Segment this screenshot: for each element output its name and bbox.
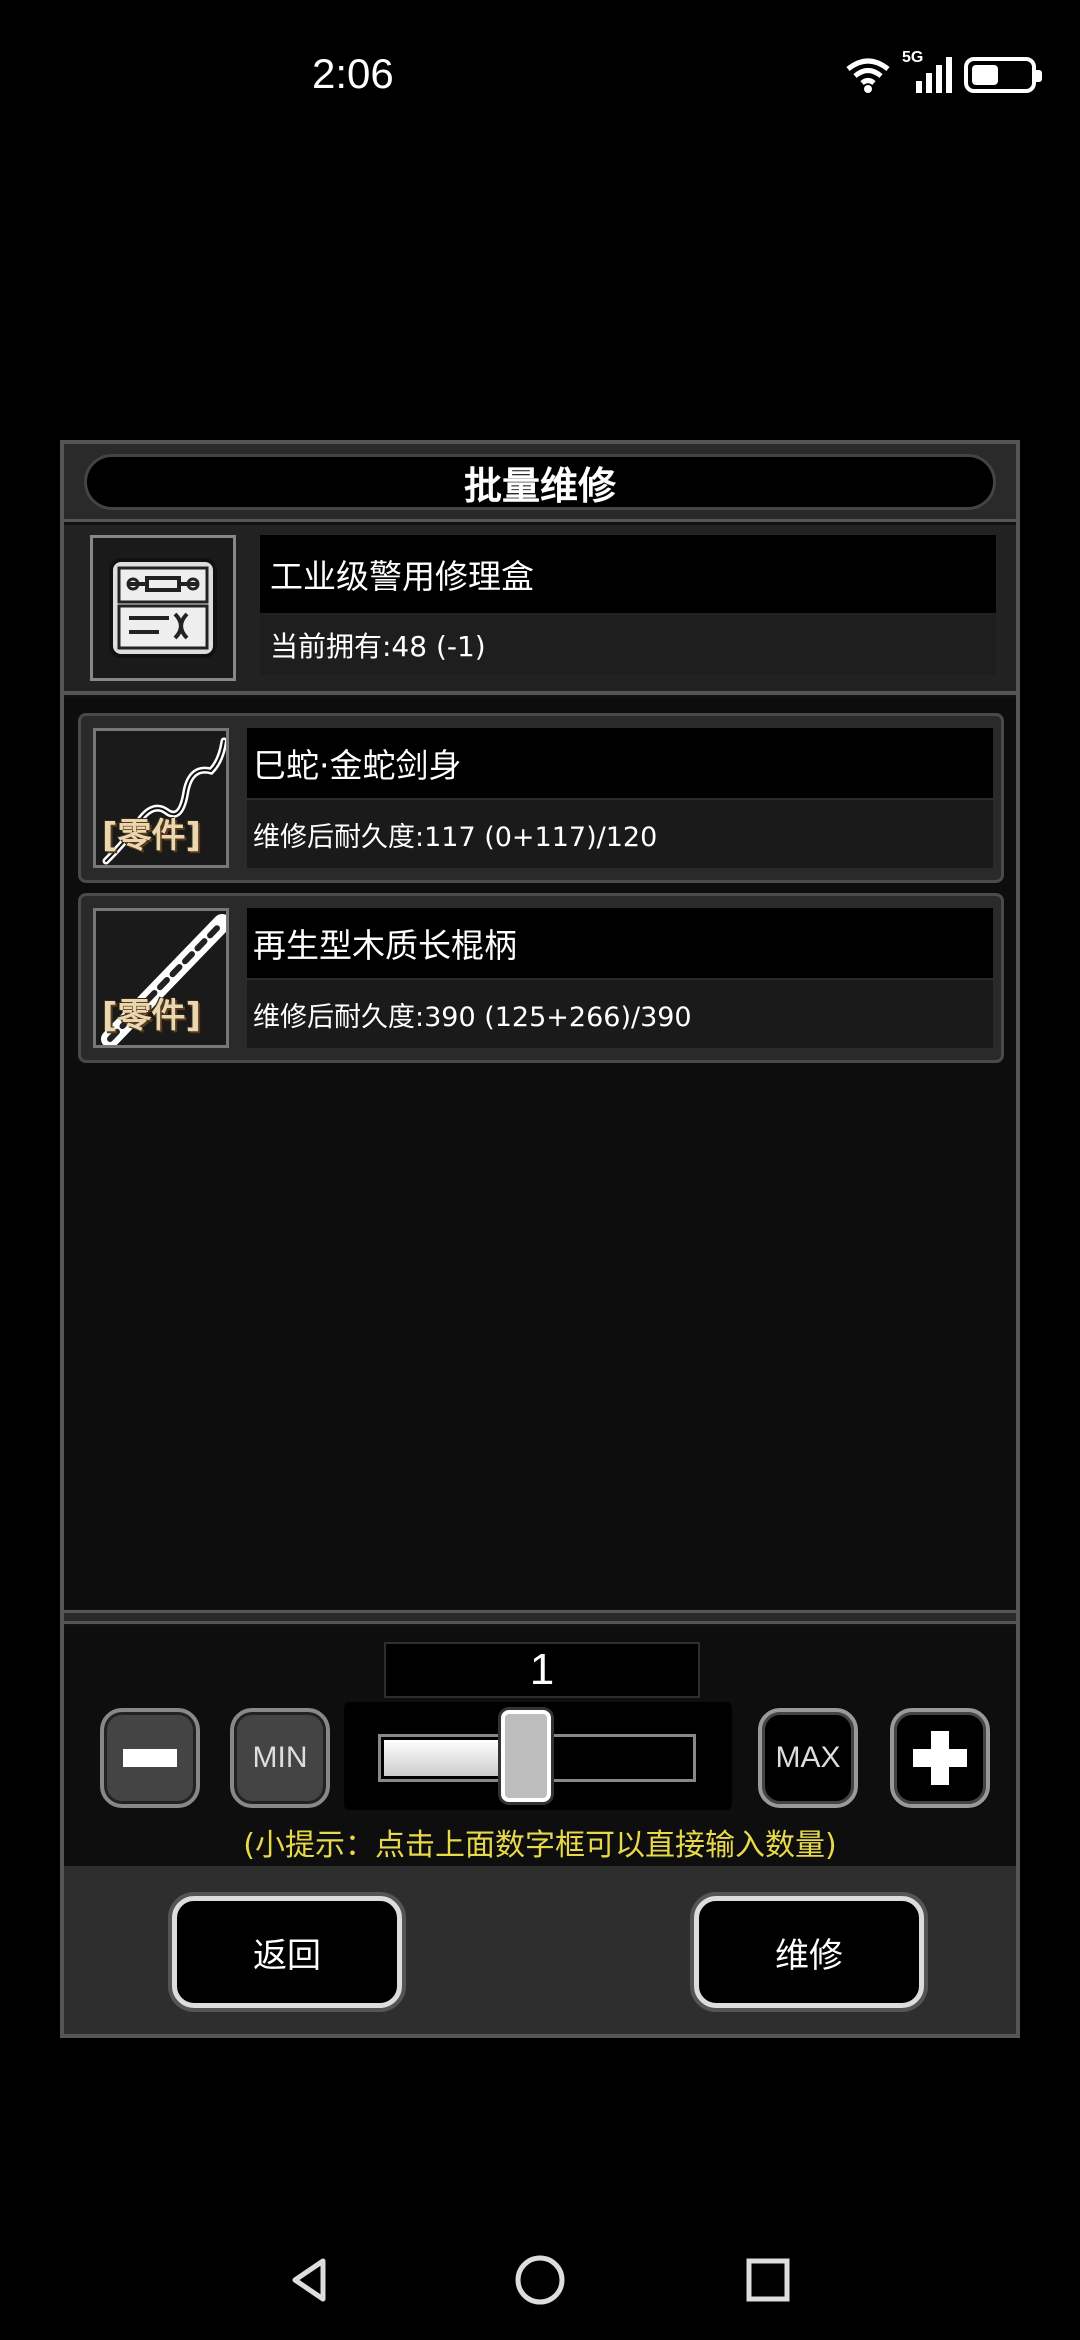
- repair-button[interactable]: 维修: [694, 1896, 924, 2008]
- status-icons: 5G: [844, 49, 1042, 98]
- part-tag: [零件]: [102, 816, 202, 856]
- dialog-header: 批量维修: [64, 444, 1016, 522]
- back-label: 返回: [253, 1935, 321, 1976]
- repair-item-card[interactable]: [零件] 再生型木质长棍柄 维修后耐久度:390 (125+266)/390: [78, 893, 1004, 1063]
- back-nav-button[interactable]: [250, 2220, 370, 2340]
- quantity-input[interactable]: 1: [384, 1642, 700, 1698]
- hint-text: (小提示：点击上面数字框可以直接输入数量): [243, 1828, 837, 1863]
- back-triangle-icon: [292, 2258, 326, 2302]
- item-name-bar: 巳蛇·金蛇剑身: [247, 728, 993, 798]
- status-bar: 2:06 5G: [0, 0, 1080, 150]
- minus-icon: [123, 1749, 177, 1767]
- item-durability: 维修后耐久度:390 (125+266)/390: [253, 1001, 692, 1033]
- repair-label: 维修: [775, 1935, 843, 1976]
- part-tag: [零件]: [102, 996, 202, 1036]
- decrease-button[interactable]: [100, 1708, 200, 1808]
- batch-repair-dialog: 批量维修 工业级警用修理盒 当前拥有:48 (-1) [零件] 巳蛇·金蛇剑身 …: [60, 440, 1020, 2038]
- quantity-controls: 1 MIN MAX (小提示：点击上面数字框可以直接输入数量): [64, 1626, 1016, 1866]
- repair-kit-icon: [90, 535, 236, 681]
- min-button[interactable]: MIN: [230, 1708, 330, 1808]
- snake-blade-icon: [零件]: [93, 728, 229, 868]
- item-name: 巳蛇·金蛇剑身: [253, 746, 462, 785]
- system-nav-bar: [0, 2220, 1080, 2340]
- quantity-slider[interactable]: [344, 1702, 732, 1810]
- kit-owned-count: 当前拥有:48 (-1): [270, 630, 486, 663]
- recents-square-icon: [746, 2258, 790, 2302]
- repair-kit-row: 工业级警用修理盒 当前拥有:48 (-1): [64, 525, 1016, 695]
- home-nav-button[interactable]: [480, 2220, 600, 2340]
- clock: 2:06: [312, 50, 394, 97]
- item-name: 再生型木质长棍柄: [253, 926, 517, 965]
- kit-name: 工业级警用修理盒: [270, 557, 534, 596]
- cellular-signal-icon: 5G: [902, 49, 954, 95]
- max-button[interactable]: MAX: [758, 1708, 858, 1808]
- recents-nav-button[interactable]: [708, 2220, 828, 2340]
- slider-thumb[interactable]: [501, 1710, 551, 1802]
- dialog-title: 批量维修: [463, 463, 616, 508]
- max-label: MAX: [775, 1741, 841, 1774]
- item-durability-bar: 维修后耐久度:390 (125+266)/390: [247, 980, 993, 1048]
- wooden-staff-icon: [零件]: [93, 908, 229, 1048]
- back-button[interactable]: 返回: [172, 1896, 402, 2008]
- item-durability-bar: 维修后耐久度:117 (0+117)/120: [247, 800, 993, 868]
- quantity-value: 1: [529, 1645, 555, 1694]
- kit-name-bar: 工业级警用修理盒: [260, 535, 996, 613]
- divider: [64, 1610, 1016, 1624]
- increase-button[interactable]: [890, 1708, 990, 1808]
- kit-owned-bar: 当前拥有:48 (-1): [260, 615, 996, 675]
- battery-icon: [964, 57, 1042, 93]
- item-name-bar: 再生型木质长棍柄: [247, 908, 993, 978]
- repair-item-list[interactable]: [零件] 巳蛇·金蛇剑身 维修后耐久度:117 (0+117)/120 [零件]…: [64, 699, 1016, 1609]
- title-pill: 批量维修: [84, 454, 996, 510]
- plus-icon: [913, 1731, 967, 1785]
- min-label: MIN: [252, 1741, 308, 1774]
- home-circle-icon: [515, 2255, 565, 2305]
- item-durability: 维修后耐久度:117 (0+117)/120: [253, 821, 658, 853]
- dialog-footer: 返回 维修: [64, 1866, 1016, 2034]
- repair-item-card[interactable]: [零件] 巳蛇·金蛇剑身 维修后耐久度:117 (0+117)/120: [78, 713, 1004, 883]
- wifi-icon: [846, 58, 890, 93]
- slider-fill: [384, 1740, 515, 1776]
